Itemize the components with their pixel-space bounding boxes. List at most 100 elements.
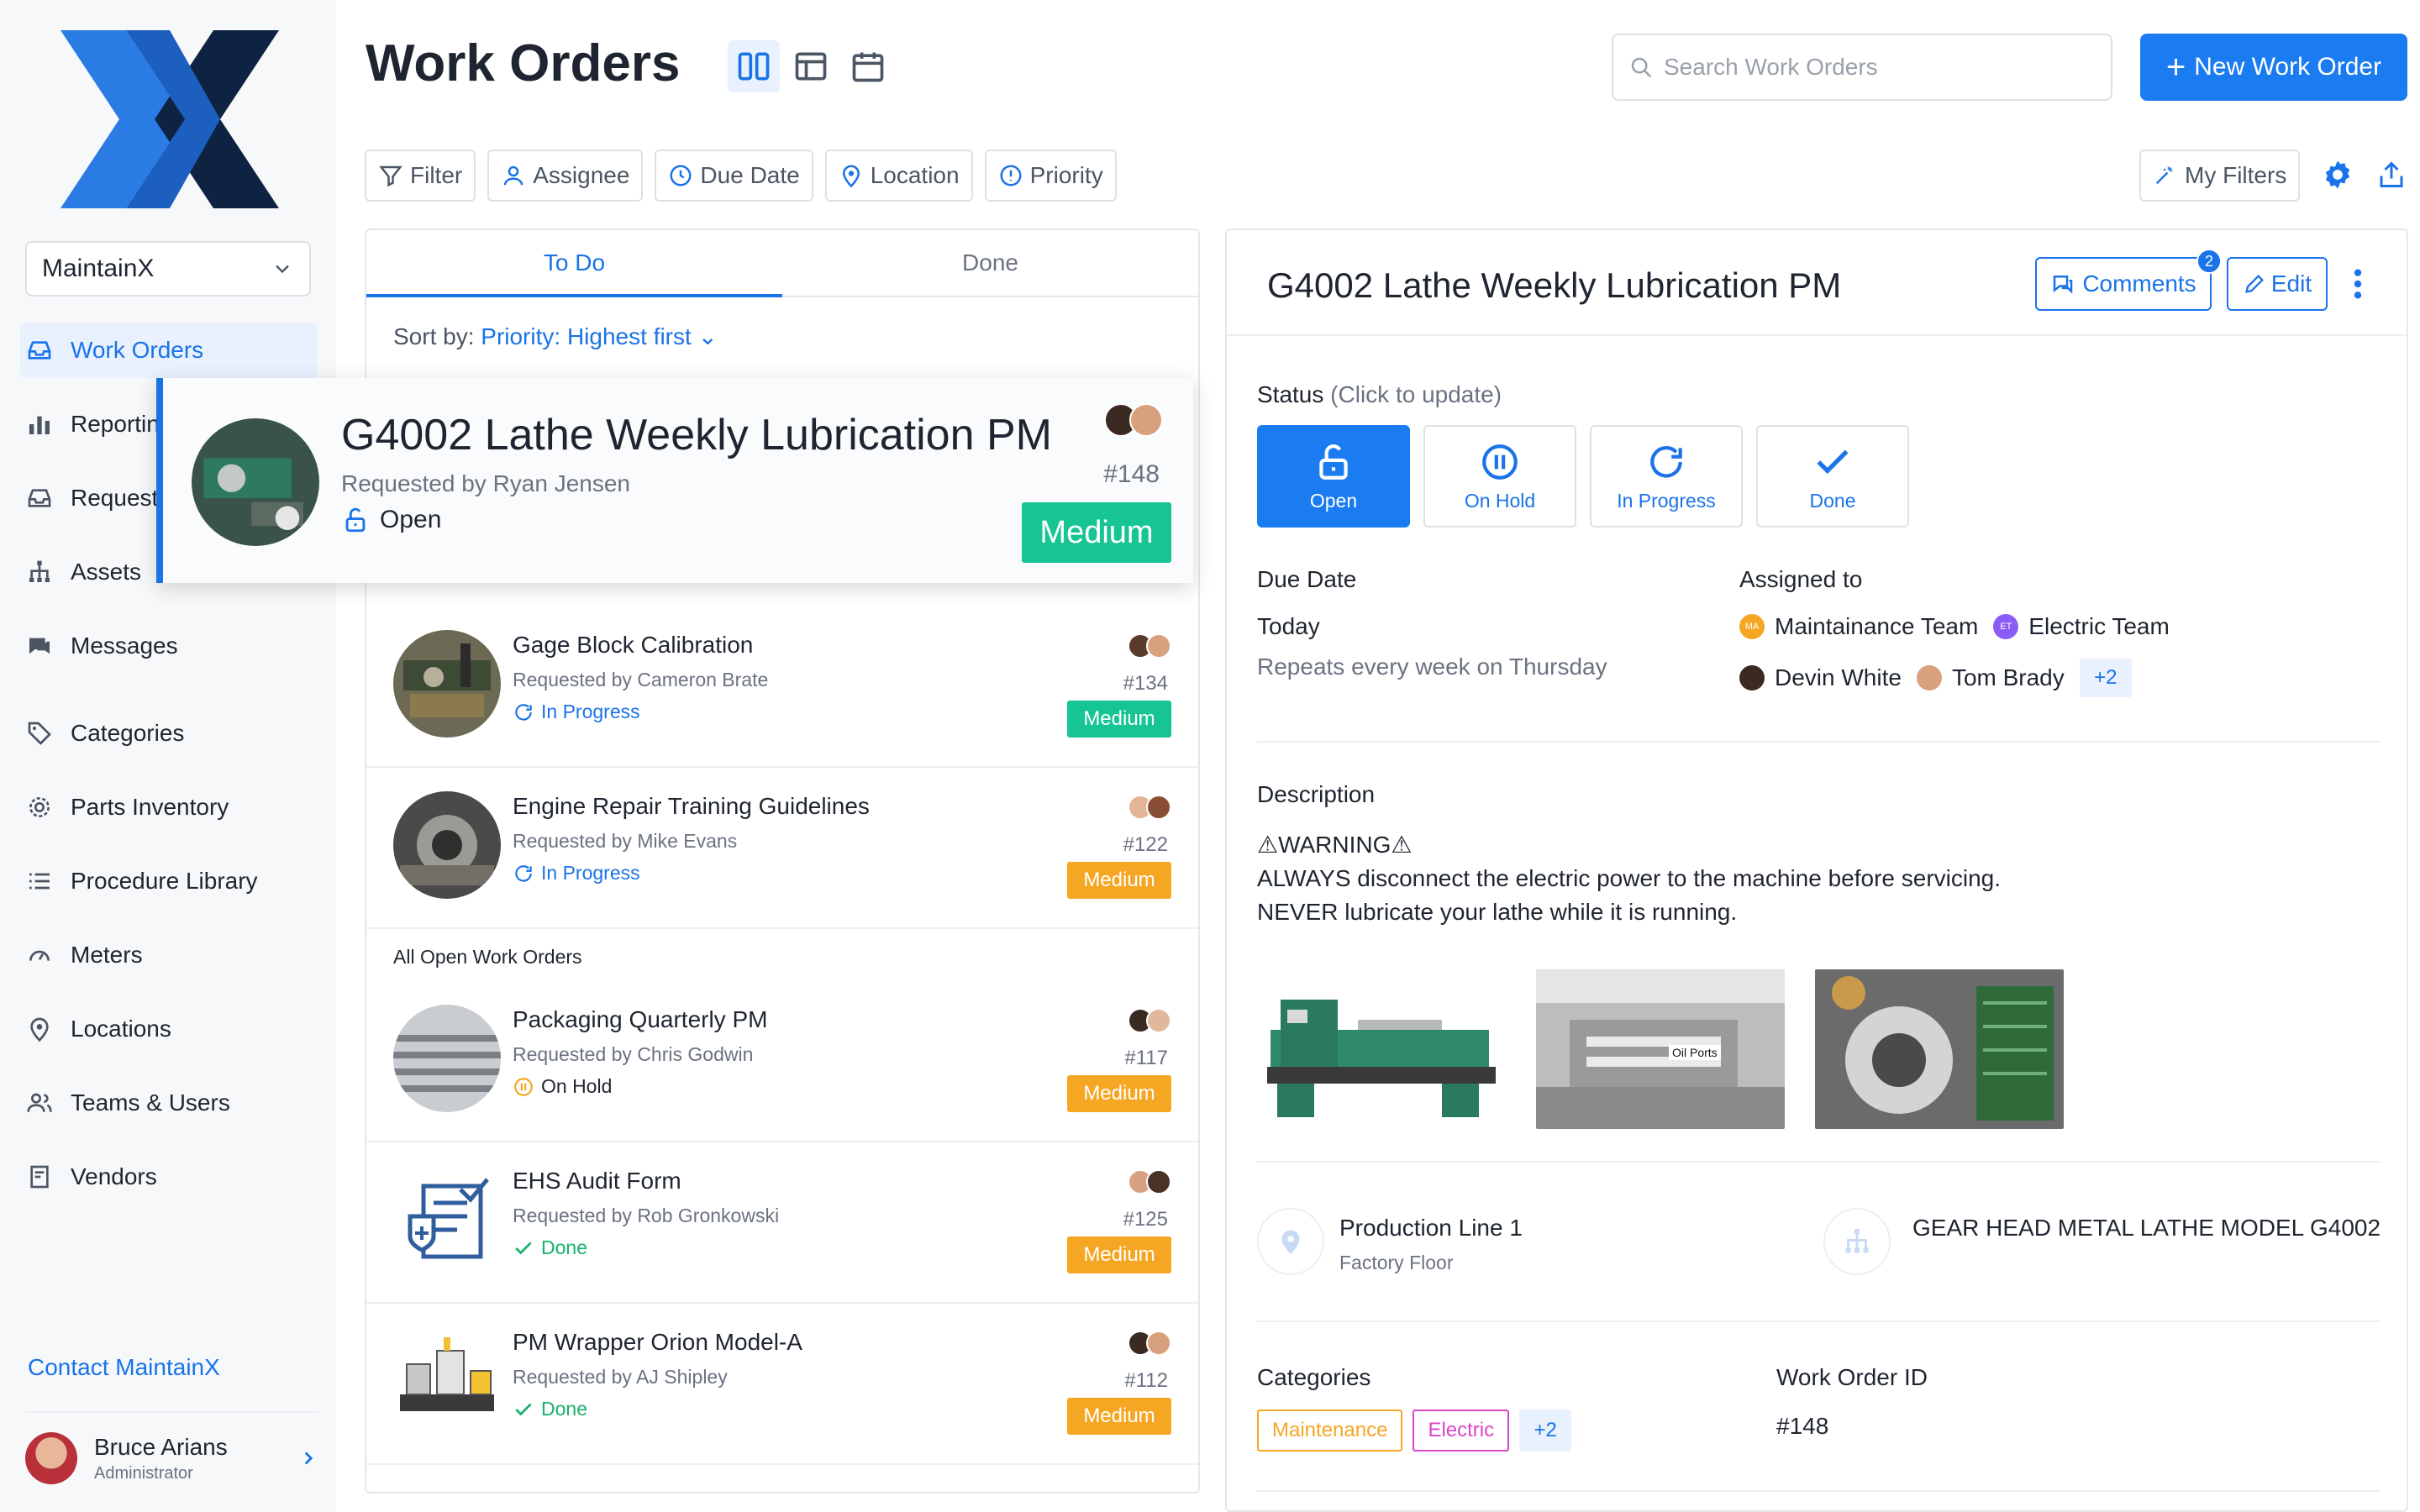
gear-motor-image[interactable] [1815, 969, 2064, 1129]
chevron-down-icon: ⌄ [697, 323, 718, 349]
assignee-name[interactable]: Tom Brady [1952, 664, 2065, 691]
my-filters-button[interactable]: My Filters [2139, 150, 2301, 202]
hierarchy-icon [1845, 1229, 1869, 1253]
work-order-status: In Progress [513, 701, 640, 723]
inbox-tray-icon [25, 484, 54, 512]
new-work-order-button[interactable]: + New Work Order [2140, 34, 2407, 101]
pencil-icon [2245, 275, 2264, 293]
repeat-schedule: Repeats every week on Thursday [1257, 654, 1607, 680]
description-line: NEVER lubricate your lathe while it is r… [1257, 899, 1738, 925]
priority-badge: Medium [1022, 502, 1171, 563]
sidebar-item-work-orders[interactable]: Work Orders [20, 323, 318, 378]
list-item[interactable]: EHS Audit Form Requested by Rob Gronkows… [366, 1142, 1198, 1304]
location-name[interactable]: Production Line 1 [1339, 1215, 1523, 1242]
location-label: Location [870, 162, 960, 188]
sidebar-item-locations[interactable]: Locations [20, 1001, 318, 1057]
sidebar-item-meters[interactable]: Meters [20, 927, 318, 983]
magic-wand-icon [2155, 166, 2173, 185]
work-order-title: G4002 Lathe Weekly Lubrication PM [341, 411, 1052, 459]
asset-name[interactable]: GEAR HEAD METAL LATHE MODEL G4002 [1912, 1215, 2381, 1242]
refresh-icon [1650, 445, 1682, 478]
checkmark-icon [515, 1242, 532, 1254]
category-tag[interactable]: Electric [1413, 1410, 1510, 1452]
status-open-button[interactable]: Open [1257, 425, 1410, 528]
comments-label: Comments [2082, 270, 2196, 297]
work-order-detail-panel: G4002 Lathe Weekly Lubrication PM Commen… [1225, 228, 2408, 1512]
status-done-button[interactable]: Done [1756, 425, 1909, 528]
divider [1257, 1490, 2380, 1492]
list-item[interactable]: PM Wrapper Orion Model-A Requested by AJ… [366, 1304, 1198, 1465]
calendar-view-button[interactable] [842, 40, 894, 92]
categories-heading: Categories [1257, 1364, 1371, 1390]
due-date-filter-button[interactable]: Due Date [655, 150, 813, 202]
list-item[interactable]: Engine Repair Training Guidelines Reques… [366, 768, 1198, 929]
filter-button[interactable]: Filter [365, 150, 476, 202]
sidebar-item-categories[interactable]: Categories [20, 706, 318, 761]
list-tabs: To Do Done [366, 230, 1198, 297]
user-profile[interactable]: Bruce Arians Administrator [25, 1411, 319, 1495]
export-icon[interactable] [2376, 158, 2407, 192]
edit-button[interactable]: Edit [2227, 257, 2328, 311]
sidebar-item-label: Vendors [71, 1163, 157, 1189]
view-switcher [728, 40, 894, 92]
priority-badge: Medium [1067, 862, 1171, 899]
description-body: ⚠WARNING⚠ ALWAYS disconnect the electric… [1257, 828, 2001, 929]
table-view-button[interactable] [785, 40, 837, 92]
work-order-requester: Requested by AJ Shipley [513, 1366, 728, 1388]
assignee-filter-button[interactable]: Assignee [487, 150, 644, 202]
sidebar-item-label: Meters [71, 942, 143, 968]
location-filter-button[interactable]: Location [824, 150, 973, 202]
category-tag[interactable]: Maintenance [1257, 1410, 1403, 1452]
org-select[interactable]: MaintainX [25, 241, 311, 297]
status-in-progress-button[interactable]: In Progress [1590, 425, 1743, 528]
assignee-avatars [1128, 1008, 1171, 1033]
comments-button[interactable]: Comments [2035, 257, 2212, 311]
more-assignees-badge[interactable]: +2 [2079, 659, 2132, 697]
tag-icon [25, 719, 54, 748]
sidebar-item-vendors[interactable]: Vendors [20, 1149, 318, 1205]
unlock-icon [1319, 444, 1348, 480]
selected-work-order-card[interactable]: G4002 Lathe Weekly Lubrication PM Reques… [156, 378, 1193, 583]
page-title: Work Orders [366, 34, 681, 92]
work-order-requester: Requested by Cameron Brate [513, 669, 769, 690]
settings-gear-icon[interactable] [2321, 158, 2354, 192]
oil-ports-image[interactable]: Oil Ports [1536, 969, 1785, 1129]
tab-done[interactable]: Done [782, 230, 1198, 296]
work-order-thumbnail [192, 418, 319, 546]
priority-filter-button[interactable]: Priority [984, 150, 1117, 202]
contact-link[interactable]: Contact MaintainX [28, 1354, 220, 1381]
checkmark-icon [1817, 449, 1849, 474]
list-item[interactable]: Gage Block Calibration Requested by Came… [366, 606, 1198, 768]
divider [1257, 1320, 2380, 1322]
work-order-requester: Requested by Ryan Jensen [341, 470, 630, 496]
status-on-hold-button[interactable]: On Hold [1423, 425, 1576, 528]
sidebar-item-teams-users[interactable]: Teams & Users [20, 1075, 318, 1131]
split-view-button[interactable] [728, 40, 780, 92]
maintainx-logo[interactable] [60, 30, 279, 208]
team-name[interactable]: Electric Team [2028, 613, 2170, 640]
lathe-image[interactable] [1257, 969, 1506, 1129]
tab-to-do[interactable]: To Do [366, 230, 782, 297]
more-options-icon[interactable] [2351, 267, 2365, 301]
in-progress-icon [515, 703, 532, 721]
status-text: Done [541, 1398, 587, 1420]
search-input[interactable]: Search Work Orders [1612, 34, 2112, 101]
work-order-title: Gage Block Calibration [513, 632, 754, 658]
status-text: On Hold [541, 1075, 613, 1097]
status-on-hold-label: On Hold [1464, 489, 1536, 512]
more-categories-badge[interactable]: +2 [1519, 1410, 1572, 1452]
team-name[interactable]: Maintainance Team [1775, 613, 1978, 640]
sidebar-item-label: Parts Inventory [71, 794, 229, 820]
work-order-thumbnail [393, 1327, 501, 1435]
sort-control[interactable]: Sort by: Priority: Highest first ⌄ [366, 297, 1198, 370]
status-done-label: Done [1809, 489, 1856, 512]
sidebar-item-procedure-library[interactable]: Procedure Library [20, 853, 318, 909]
search-placeholder: Search Work Orders [1664, 54, 1878, 80]
sidebar-item-messages[interactable]: Messages [20, 618, 318, 674]
assignee-name[interactable]: Devin White [1775, 664, 1902, 691]
sidebar-item-parts-inventory[interactable]: Parts Inventory [20, 780, 318, 835]
list-item[interactable]: Packaging Quarterly PM Requested by Chri… [366, 981, 1198, 1142]
assigned-people: Devin White Tom Brady +2 [1739, 659, 2132, 697]
priority-icon [1000, 165, 1022, 186]
work-order-number: #112 [1124, 1369, 1168, 1392]
